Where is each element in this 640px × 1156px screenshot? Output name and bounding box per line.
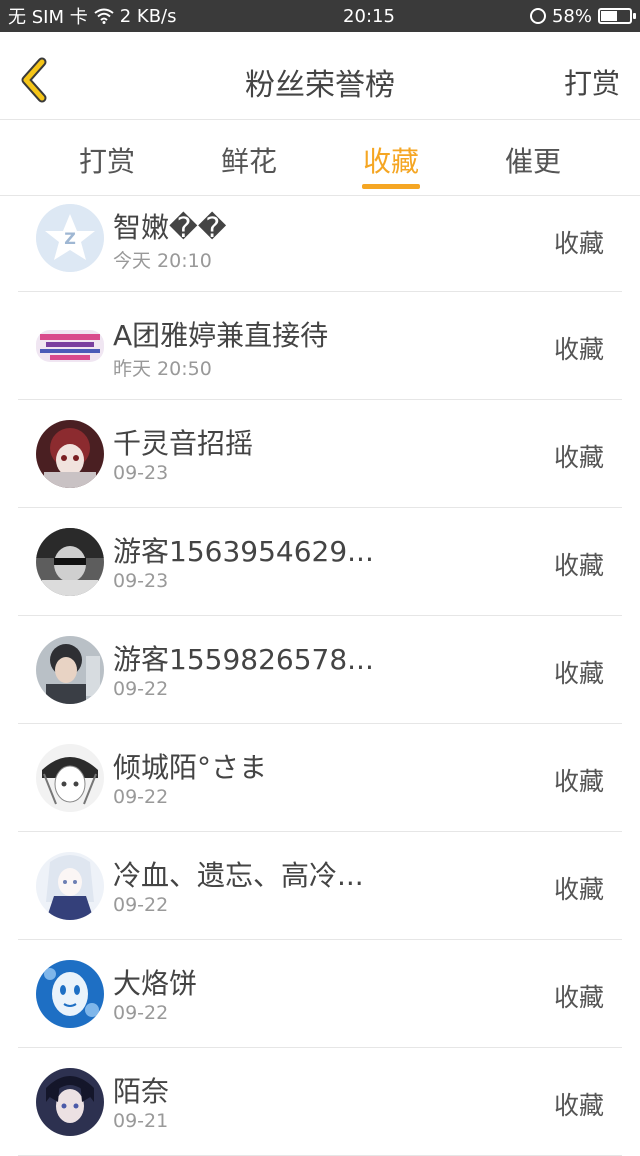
- reward-button[interactable]: 打赏: [564, 62, 620, 102]
- action-label: 收藏: [553, 875, 604, 904]
- list-item[interactable]: 大烙饼 09-22 收藏: [18, 940, 622, 1048]
- page-title: 粉丝荣誉榜: [245, 68, 395, 103]
- guy-with-sunglasses: [36, 528, 104, 596]
- list-item[interactable]: A团雅婷兼直接待 昨天 20:50 收藏: [18, 292, 622, 400]
- item-time: 09-22: [113, 678, 169, 700]
- boy-portrait: [36, 636, 104, 704]
- clock: 20:15: [343, 5, 395, 27]
- action-label: 收藏: [553, 443, 604, 472]
- active-tab-indicator: [362, 184, 420, 189]
- user-name: A团雅婷兼直接待: [113, 319, 329, 352]
- nav-header: 粉丝荣誉榜 打赏: [0, 32, 640, 120]
- list-item[interactable]: 冷血、遗忘、高冷... 09-22 收藏: [18, 832, 622, 940]
- action-label: 收藏: [553, 767, 604, 796]
- tab-flowers[interactable]: 鲜花: [189, 140, 309, 180]
- action-label: 收藏: [553, 659, 604, 688]
- list-item[interactable]: 倾城陌°さま 09-22 收藏: [18, 724, 622, 832]
- action-label: 收藏: [553, 983, 604, 1012]
- item-time: 09-22: [113, 894, 169, 916]
- anime-girl-blue: [36, 852, 104, 920]
- action-label: 收藏: [553, 335, 604, 364]
- tab-reward[interactable]: 打赏: [47, 140, 167, 180]
- item-time: 09-22: [113, 786, 169, 808]
- item-time: 09-22: [113, 1002, 169, 1024]
- battery-fill: [601, 11, 618, 21]
- recruit-image: [36, 312, 104, 380]
- anime-girl-red: [36, 420, 104, 488]
- svg-text:Z: Z: [64, 229, 76, 248]
- list-item[interactable]: 陌奈 09-21 收藏: [18, 1048, 622, 1156]
- carrier-text: 无 SIM 卡: [8, 7, 88, 28]
- user-name: 倾城陌°さま: [113, 751, 268, 784]
- anime-girl-grey: [36, 744, 104, 812]
- user-name: 冷血、遗忘、高冷...: [113, 859, 364, 892]
- list-item[interactable]: 千灵音招摇 09-23 收藏: [18, 400, 622, 508]
- fan-list: Z 智嫩�� 今天 20:10 收藏 A团雅婷兼直接待 昨天 20:50 收藏: [18, 196, 622, 1156]
- network-speed: 2 KB/s: [119, 5, 177, 27]
- tab-bar: 打赏 鲜花 收藏 催更: [0, 120, 640, 196]
- battery-icon: [598, 8, 636, 24]
- user-name: 陌奈: [113, 1075, 170, 1108]
- wifi-icon: [94, 8, 114, 24]
- blue-mask: [36, 960, 104, 1028]
- status-bar: 无 SIM 卡 2 KB/s 20:15 58%: [0, 0, 640, 32]
- user-name: 大烙饼: [113, 967, 198, 1000]
- user-name: 游客1563954629...: [113, 535, 374, 568]
- item-time: 今天 20:10: [113, 250, 212, 272]
- tab-urge-update[interactable]: 催更: [473, 140, 593, 180]
- qq-star-icon: Z: [36, 204, 104, 272]
- user-name: 千灵音招摇: [113, 427, 254, 460]
- rotation-lock-icon: [529, 8, 546, 24]
- user-name: 智嫩��: [113, 211, 227, 244]
- action-label: 收藏: [553, 1091, 604, 1120]
- item-time: 昨天 20:50: [113, 358, 212, 380]
- item-time: 09-21: [113, 1110, 169, 1132]
- status-right: 58%: [529, 5, 636, 27]
- battery-percent: 58%: [551, 5, 592, 27]
- item-time: 09-23: [113, 462, 169, 484]
- action-label: 收藏: [553, 229, 604, 258]
- list-item[interactable]: Z 智嫩�� 今天 20:10 收藏: [18, 196, 622, 292]
- list-item[interactable]: 游客1559826578... 09-22 收藏: [18, 616, 622, 724]
- status-left: 无 SIM 卡 2 KB/s: [8, 3, 248, 29]
- tab-favorites[interactable]: 收藏: [331, 140, 451, 180]
- item-time: 09-23: [113, 570, 169, 592]
- list-item[interactable]: 游客1563954629... 09-23 收藏: [18, 508, 622, 616]
- user-name: 游客1559826578...: [113, 643, 374, 676]
- action-label: 收藏: [553, 551, 604, 580]
- anime-boy-dark: [36, 1068, 104, 1136]
